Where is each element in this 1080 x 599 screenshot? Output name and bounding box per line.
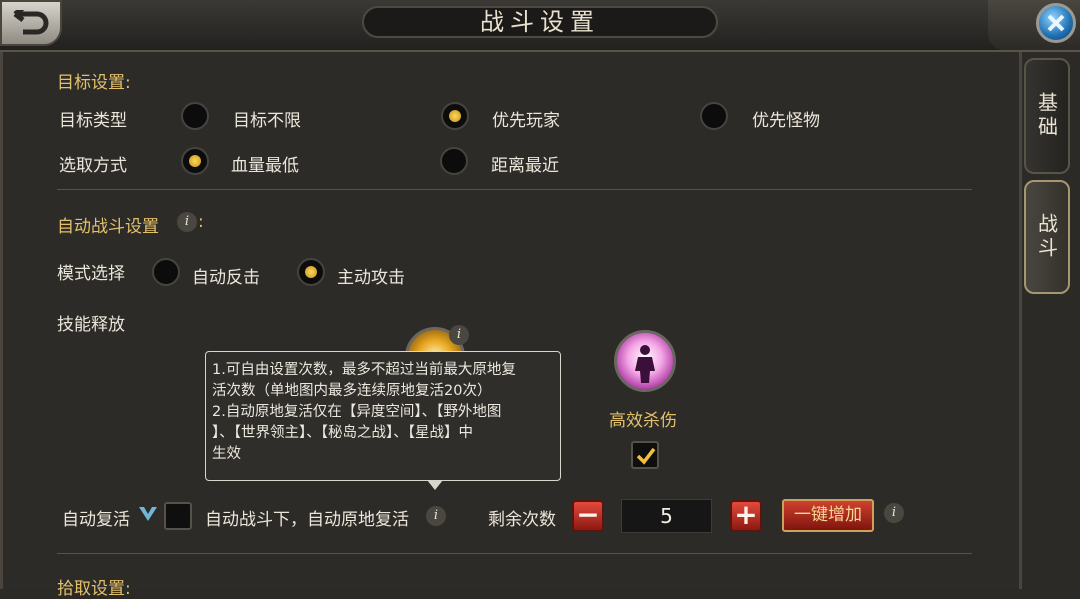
radio-active-attack[interactable] — [297, 258, 325, 286]
selection-mode-label: 选取方式 — [59, 156, 127, 176]
close-button[interactable] — [1036, 3, 1076, 43]
checkmark-icon — [636, 447, 656, 465]
skill-info-icon[interactable]: i — [449, 325, 469, 345]
option-active-attack[interactable]: 主动攻击 — [337, 263, 405, 288]
target-settings-heading: 目标设置: — [57, 73, 131, 93]
figure-icon — [635, 345, 655, 383]
tab-battle[interactable]: 战斗 — [1024, 180, 1070, 294]
radio-target-monster[interactable] — [700, 102, 728, 130]
tab-basic[interactable]: 基础 — [1024, 58, 1070, 174]
revive-count-field[interactable]: 5 — [621, 499, 712, 533]
decrease-button[interactable]: − — [572, 500, 604, 532]
tooltip-line: 2.自动原地复活仅在【异度空间】、【野外地图 — [212, 404, 502, 420]
auto-revive-label: 自动复活 — [62, 510, 130, 530]
skill-checkbox[interactable] — [631, 441, 659, 469]
divider — [57, 189, 972, 190]
auto-battle-heading-colon: : — [198, 212, 204, 232]
radio-target-any[interactable] — [181, 102, 209, 130]
auto-revive-description: 自动战斗下，自动原地复活 — [205, 510, 409, 530]
revive-tooltip: 1.可自由设置次数，最多不超过当前最大原地复 活次数（单地图内最多连续原地复活2… — [205, 351, 561, 481]
page-title: 战斗设置 — [362, 6, 718, 38]
skill-icon-efficient-kill[interactable] — [614, 330, 676, 392]
tooltip-line: 】、【世界领主】、【秘岛之战】、【星战】中 — [212, 425, 473, 441]
radio-target-player[interactable] — [441, 102, 469, 130]
skills-label: 技能释放 — [57, 315, 125, 335]
option-nearest[interactable]: 距离最近 — [491, 151, 559, 176]
option-counter-attack[interactable]: 自动反击 — [192, 263, 260, 288]
revive-info-icon[interactable]: i — [426, 506, 446, 526]
one-click-add-button[interactable]: 一键增加 — [782, 499, 874, 532]
remaining-count-label: 剩余次数 — [488, 510, 556, 530]
option-target-monster[interactable]: 优先怪物 — [752, 106, 820, 131]
close-x-icon — [1047, 14, 1065, 32]
auto-revive-checkbox[interactable] — [164, 502, 192, 530]
option-target-player[interactable]: 优先玩家 — [492, 106, 560, 131]
tooltip-tail — [427, 480, 443, 490]
corner-ornament — [988, 0, 1080, 50]
radio-nearest[interactable] — [440, 147, 468, 175]
radio-lowest-hp[interactable] — [181, 147, 209, 175]
mode-label: 模式选择 — [57, 264, 125, 284]
auto-battle-heading: 自动战斗设置 — [57, 217, 159, 237]
option-target-any[interactable]: 目标不限 — [233, 106, 301, 131]
tooltip-line: 1.可自由设置次数，最多不超过当前最大原地复 — [212, 362, 516, 378]
skill-name: 高效杀伤 — [609, 411, 677, 431]
radio-counter-attack[interactable] — [152, 258, 180, 286]
tooltip-line: 生效 — [212, 446, 241, 462]
one-click-info-icon[interactable]: i — [884, 503, 904, 523]
tooltip-line: 活次数（单地图内最多连续原地复活20次） — [212, 383, 492, 399]
back-button[interactable] — [0, 0, 62, 46]
back-arrow-icon — [13, 10, 49, 35]
option-lowest-hp[interactable]: 血量最低 — [231, 151, 299, 176]
top-bar: 战斗设置 — [0, 0, 1080, 52]
vip-v-icon — [139, 507, 157, 521]
target-type-label: 目标类型 — [59, 111, 127, 131]
divider — [57, 553, 972, 554]
increase-button[interactable]: + — [730, 500, 762, 532]
pickup-settings-heading: 拾取设置: — [57, 579, 131, 599]
auto-battle-info-icon[interactable]: i — [177, 212, 197, 232]
